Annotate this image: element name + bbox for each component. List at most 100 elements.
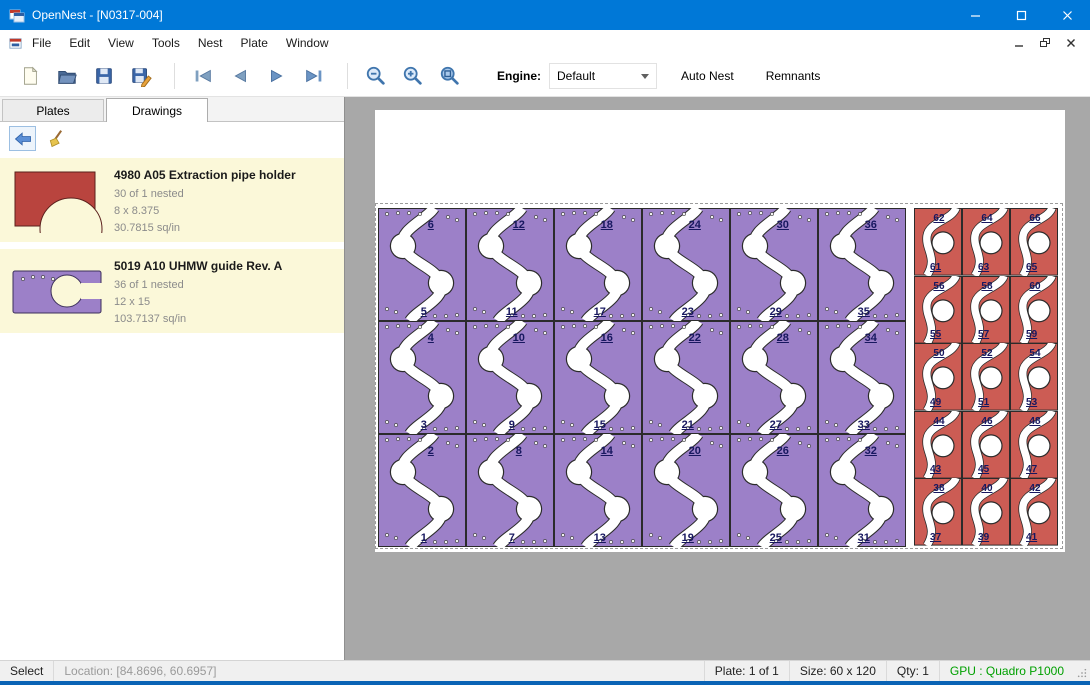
tab-plates[interactable]: Plates [2,99,104,121]
new-file-button[interactable] [14,60,46,92]
part-shape [642,208,730,321]
toolbar-separator [347,63,348,89]
nest-part-pair-red[interactable]: 6665 [1010,208,1058,276]
menu-item-file[interactable]: File [23,30,60,56]
nav-last-button[interactable] [298,60,330,92]
tab-drawings[interactable]: Drawings [106,98,208,122]
nest-part-pair-purple[interactable]: 2827 [730,321,818,434]
nest-part-pair-purple[interactable]: 109 [466,321,554,434]
nest-part-pair-purple[interactable]: 43 [378,321,466,434]
part-number: 38 [933,483,944,494]
nest-part-pair-red[interactable]: 4645 [962,411,1010,479]
save-as-button[interactable] [125,60,157,92]
maximize-button[interactable] [998,0,1044,30]
nest-part-pair-purple[interactable]: 1615 [554,321,642,434]
nest-part-pair-red[interactable]: 5453 [1010,343,1058,411]
remnants-button[interactable]: Remnants [758,69,829,83]
part-number: 7 [509,532,515,544]
nest-part-pair-red[interactable]: 4847 [1010,411,1058,479]
zoom-in-icon [402,65,424,87]
nest-part-pair-purple[interactable]: 1211 [466,208,554,321]
part-number: 31 [858,532,870,544]
part-number: 13 [594,532,606,544]
nest-canvas[interactable]: 6512111817242330293635431091615222128273… [345,97,1090,660]
part-shape [730,321,818,434]
nest-part-pair-red[interactable]: 5251 [962,343,1010,411]
nest-part-pair-purple[interactable]: 2625 [730,434,818,547]
minimize-button[interactable] [952,0,998,30]
nest-part-pair-purple[interactable]: 1413 [554,434,642,547]
nav-previous-button[interactable] [224,60,256,92]
nest-part-pair-purple[interactable]: 87 [466,434,554,547]
zoom-in-button[interactable] [397,60,429,92]
close-icon [1062,10,1073,21]
engine-label: Engine: [497,69,541,83]
nest-part-pair-red[interactable]: 6463 [962,208,1010,276]
part-number: 5 [421,306,427,318]
mdi-restore-button[interactable] [1034,34,1056,52]
clean-button[interactable] [43,126,70,151]
nest-part-pair-red[interactable]: 4241 [1010,478,1058,546]
resize-grip-icon [1077,667,1087,679]
engine-select[interactable]: Default [549,63,657,89]
nest-part-pair-red[interactable]: 38 37 [914,478,962,546]
zoom-fit-button[interactable] [434,60,466,92]
nest-part-pair-red[interactable]: 4443 [914,411,962,479]
open-button[interactable] [51,60,83,92]
nest-part-pair-purple[interactable]: 3231 [818,434,906,547]
panel-tabstrip: Plates Drawings [0,97,344,122]
flip-part-button[interactable] [9,126,36,151]
nest-part-pair-red[interactable]: 5655 [914,276,962,344]
auto-nest-button[interactable]: Auto Nest [673,69,742,83]
drawing-nested-count: 36 of 1 nested [114,277,282,294]
menu-item-tools[interactable]: Tools [143,30,189,56]
part-number: 57 [978,329,989,340]
drawing-area: 30.7815 sq/in [114,220,296,237]
status-size: Size: 60 x 120 [789,661,886,681]
drawing-list-item[interactable]: 5019 A10 UHMW guide Rev. A 36 of 1 neste… [0,249,344,333]
menu-item-edit[interactable]: Edit [60,30,99,56]
nest-part-pair-purple[interactable]: 65 [378,208,466,321]
part-number: 24 [689,219,701,231]
mdi-close-button[interactable] [1060,34,1082,52]
part-number: 46 [981,416,992,427]
nest-part-pair-purple[interactable]: 2423 [642,208,730,321]
menu-item-view[interactable]: View [99,30,143,56]
nest-part-pair-purple[interactable]: 3635 [818,208,906,321]
nest-part-pair-purple[interactable]: 21 [378,434,466,547]
part-shape [554,208,642,321]
nest-part-pair-red[interactable]: 5049 [914,343,962,411]
nest-part-pair-red[interactable]: 5857 [962,276,1010,344]
nav-first-icon [192,65,214,87]
part-number: 36 [865,219,877,231]
save-button[interactable] [88,60,120,92]
menu-item-window[interactable]: Window [277,30,338,56]
nest-part-pair-red[interactable]: 6261 [914,208,962,276]
new-file-icon [19,65,41,87]
save-as-icon [130,65,152,87]
part-number: 44 [933,416,944,427]
nest-part-pair-purple[interactable]: 1817 [554,208,642,321]
nest-part-pair-purple[interactable]: 2019 [642,434,730,547]
nav-first-button[interactable] [187,60,219,92]
zoom-out-button[interactable] [360,60,392,92]
nest-part-pair-purple[interactable]: 3433 [818,321,906,434]
nest-part-pair-purple[interactable]: 3029 [730,208,818,321]
nest-part-pair-red[interactable]: 4039 [962,478,1010,546]
resize-grip[interactable] [1074,661,1090,681]
menu-item-plate[interactable]: Plate [232,30,277,56]
mdi-minimize-button[interactable] [1008,34,1030,52]
part-number: 37 [930,532,941,543]
nest-part-pair-purple[interactable]: 2221 [642,321,730,434]
part-number: 16 [601,332,613,344]
drawing-list-item[interactable]: 4980 A05 Extraction pipe holder 30 of 1 … [0,158,344,242]
part-number: 28 [777,332,789,344]
open-folder-icon [56,65,78,87]
close-button[interactable] [1044,0,1090,30]
menu-item-nest[interactable]: Nest [189,30,232,56]
part-shape [466,434,554,547]
mdi-close-icon [1065,37,1077,49]
nest-part-pair-red[interactable]: 6059 [1010,276,1058,344]
nav-next-button[interactable] [261,60,293,92]
part-shape [466,208,554,321]
